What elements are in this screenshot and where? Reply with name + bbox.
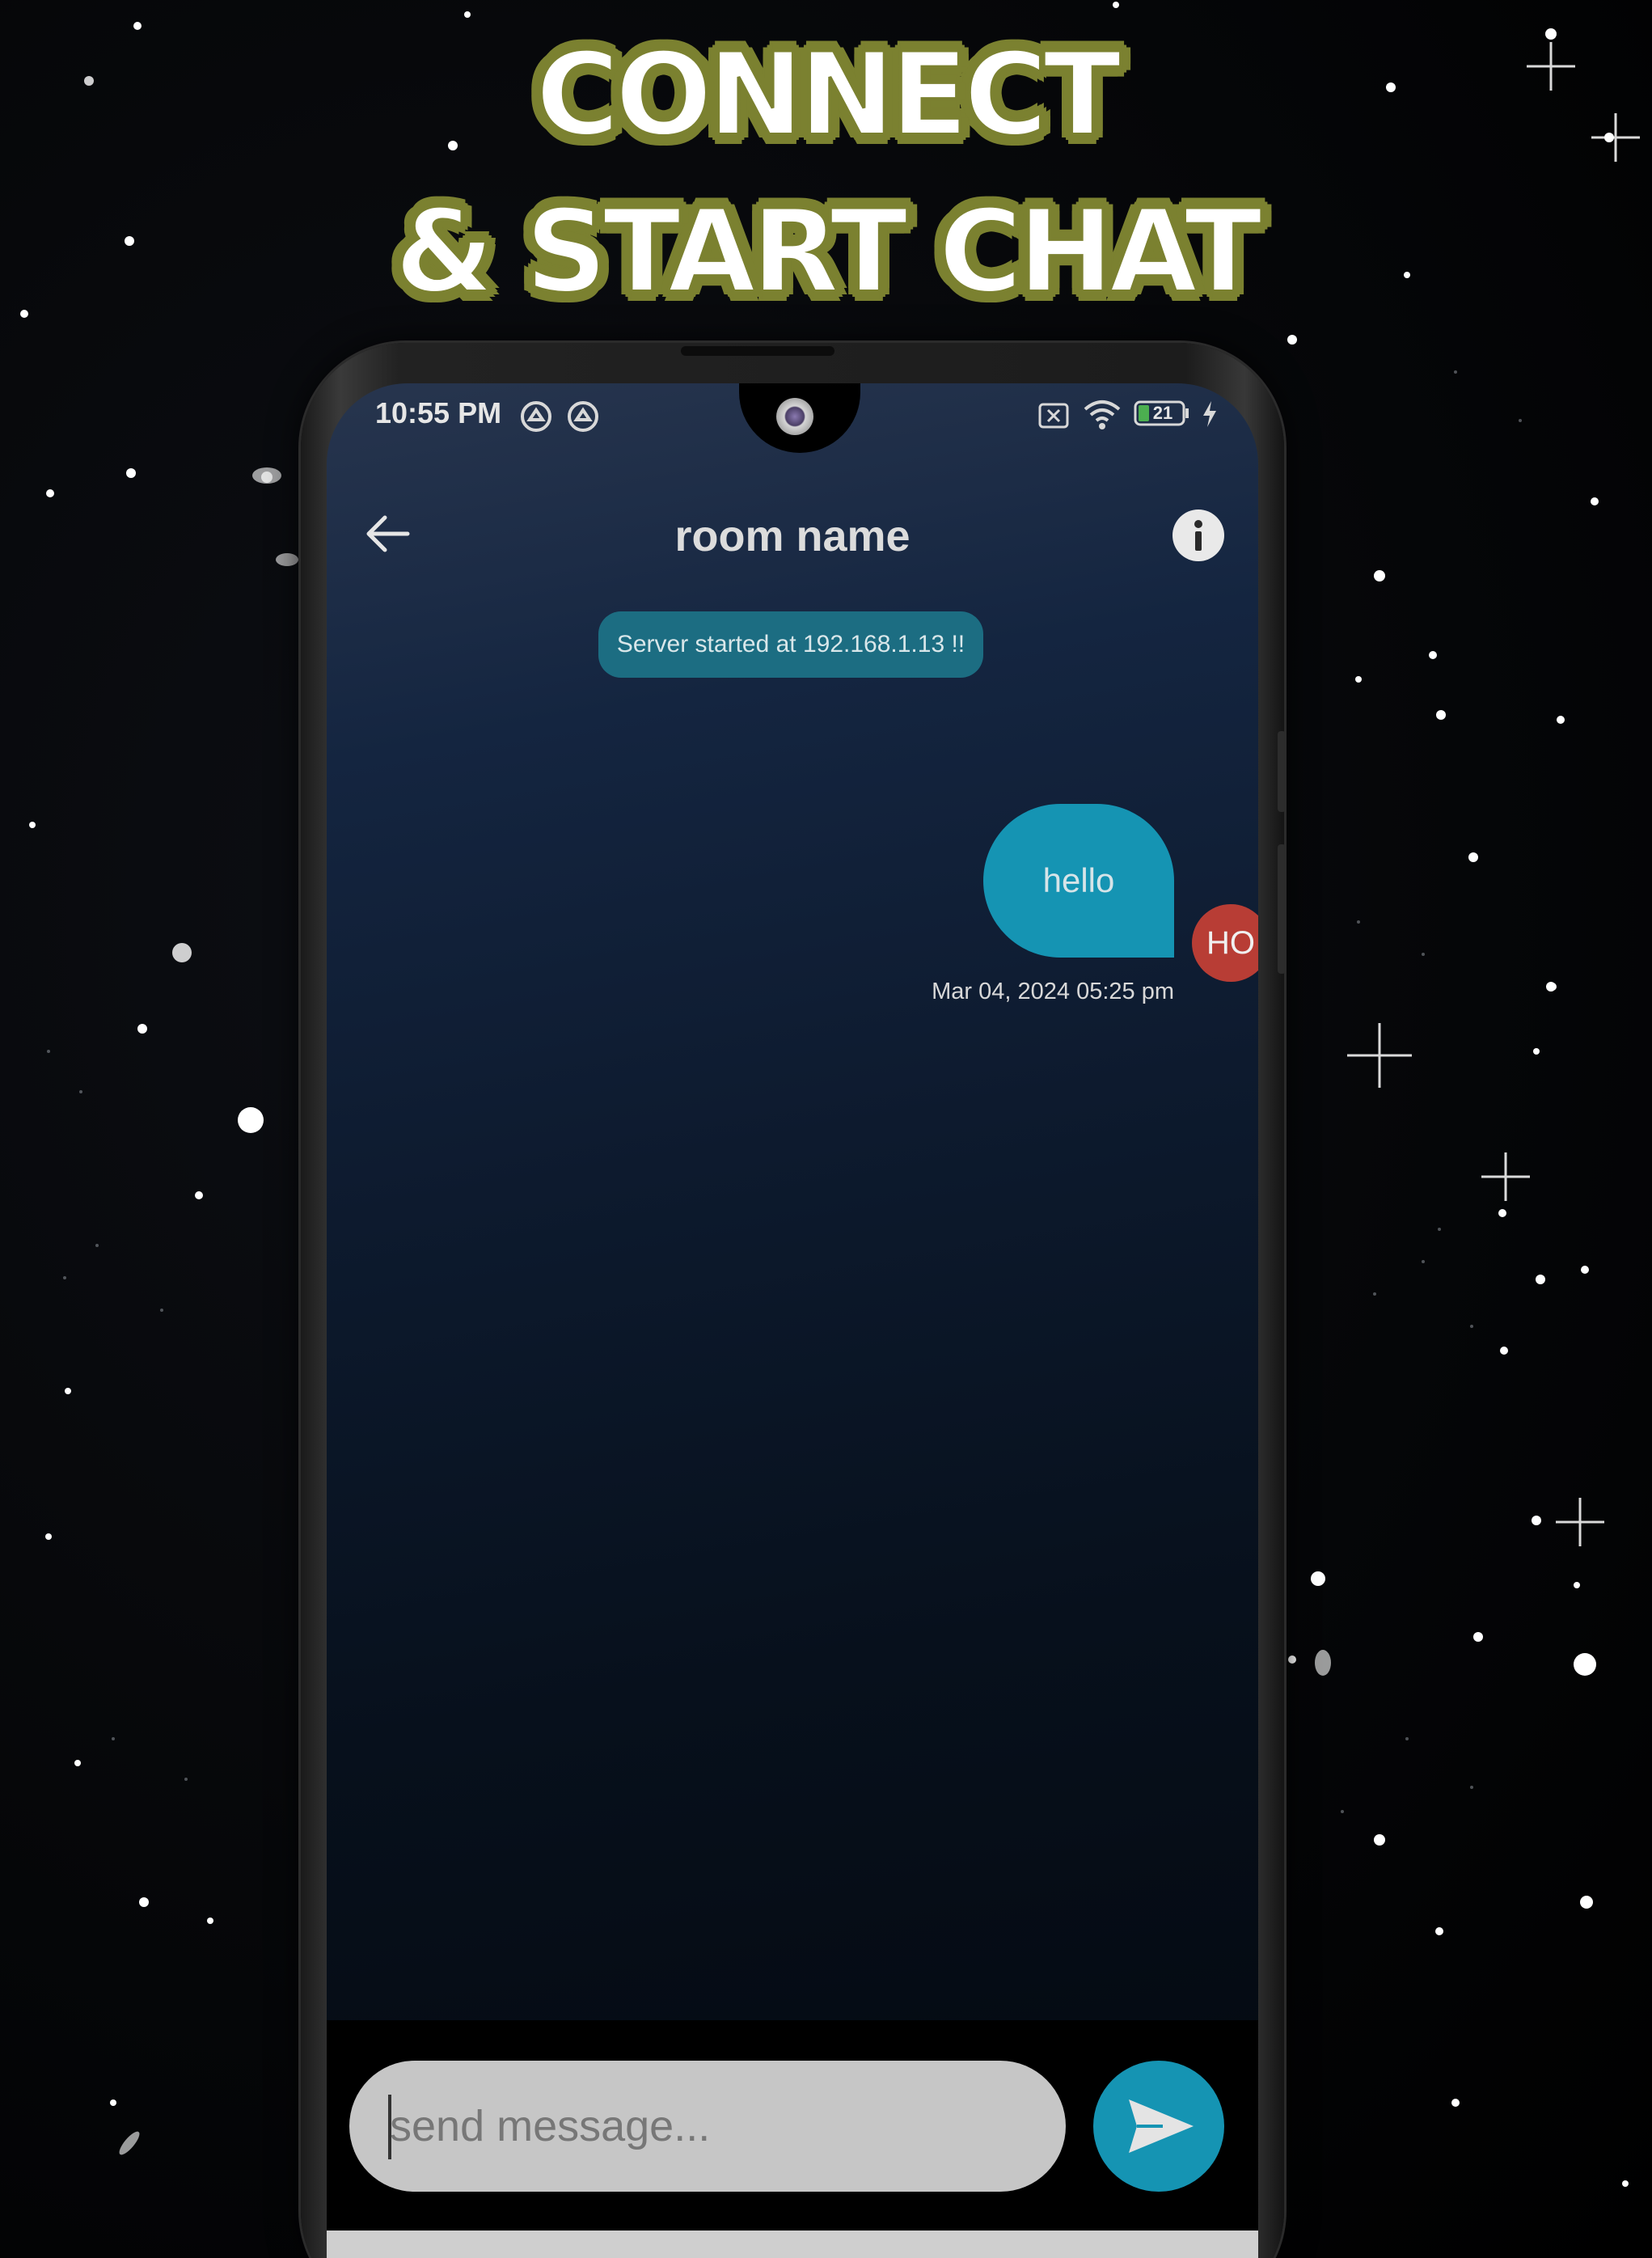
sim-off-icon: [1038, 403, 1069, 429]
app-bar: room name: [327, 456, 1258, 594]
promo-headline-line2: & START CHAT: [393, 185, 1264, 319]
message-composer: send message...: [327, 2020, 1258, 2231]
wifi-icon: [1084, 400, 1121, 429]
phone-frame: 10:55 PM 21 room name Server started at …: [301, 343, 1286, 2258]
info-button[interactable]: [1172, 510, 1224, 561]
status-time: 10:55 PM: [375, 396, 502, 429]
front-camera: [776, 398, 813, 435]
system-message: Server started at 192.168.1.13 !!: [598, 611, 983, 678]
send-button[interactable]: [1093, 2061, 1224, 2192]
info-icon: [1194, 520, 1202, 551]
sync-icon: [521, 401, 551, 432]
promo-headline-line1: CONNECT: [534, 28, 1123, 162]
charging-icon: [1203, 401, 1216, 427]
chat-screen: 10:55 PM 21 room name Server started at …: [327, 383, 1258, 2258]
room-title: room name: [674, 512, 911, 560]
sync-icon: [568, 401, 598, 432]
message-bubble[interactable]: hello: [983, 804, 1174, 958]
phone-side-button: [1278, 844, 1286, 974]
navigation-strip: [327, 2231, 1258, 2258]
message-timestamp: Mar 04, 2024 05:25 pm: [932, 979, 1174, 1004]
text-caret: [388, 2095, 391, 2159]
battery-icon: 21: [1134, 400, 1190, 427]
phone-speaker: [681, 346, 834, 356]
send-icon: [1129, 2099, 1194, 2153]
phone-side-button: [1278, 731, 1286, 812]
message-input[interactable]: send message...: [349, 2061, 1066, 2192]
promo-screen: CONNECT & START CHAT 10:55 PM 21 room na…: [0, 0, 1652, 2258]
battery-level: 21: [1152, 403, 1173, 423]
avatar[interactable]: HO: [1192, 904, 1258, 982]
